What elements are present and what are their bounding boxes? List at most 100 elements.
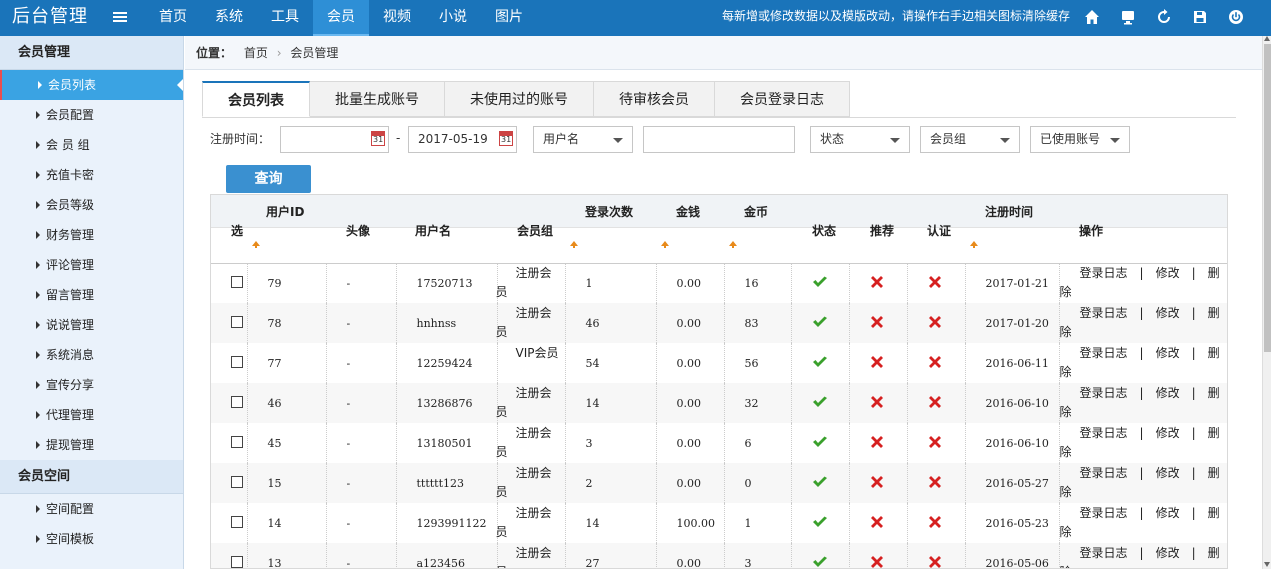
col-login-count[interactable]: 登录次数 (565, 195, 656, 264)
check-icon[interactable] (812, 556, 828, 568)
delete-link-wrap[interactable]: 除 (1060, 325, 1072, 339)
sidebar-item[interactable]: 宣传分享 (0, 370, 183, 400)
delete-link[interactable]: 删 (1208, 386, 1220, 400)
col-coins[interactable]: 金币 (724, 195, 791, 264)
edit-link[interactable]: 修改 (1156, 546, 1180, 560)
delete-link[interactable]: 删 (1208, 466, 1220, 480)
edit-link[interactable]: 修改 (1156, 426, 1180, 440)
delete-link[interactable]: 删 (1208, 506, 1220, 520)
keyword-input[interactable] (643, 126, 795, 153)
sidebar-item[interactable]: 空间配置 (0, 494, 183, 524)
cross-icon[interactable] (870, 475, 884, 489)
tab[interactable]: 未使用过的账号 (445, 81, 594, 117)
sidebar-item[interactable]: 系统消息 (0, 340, 183, 370)
row-checkbox[interactable] (231, 435, 243, 448)
sort-arrow-icon[interactable] (570, 241, 578, 248)
field-select[interactable]: 用户名 (533, 126, 633, 153)
edit-link[interactable]: 修改 (1156, 386, 1180, 400)
cross-icon[interactable] (870, 435, 884, 449)
refresh-icon[interactable] (1152, 6, 1176, 28)
delete-link[interactable]: 删 (1208, 266, 1220, 280)
vertical-scrollbar[interactable] (1262, 36, 1271, 569)
sidebar-item[interactable]: 说说管理 (0, 310, 183, 340)
delete-link-wrap[interactable]: 除 (1060, 525, 1072, 539)
edit-link[interactable]: 修改 (1156, 306, 1180, 320)
edit-link[interactable]: 修改 (1156, 266, 1180, 280)
login-log-link[interactable]: 登录日志 (1080, 426, 1128, 440)
check-icon[interactable] (812, 436, 828, 448)
delete-link-wrap[interactable]: 除 (1060, 405, 1072, 419)
breadcrumb-home[interactable]: 首页 (244, 46, 268, 60)
delete-link[interactable]: 删 (1208, 306, 1220, 320)
col-reg-time[interactable]: 注册时间 (965, 195, 1059, 264)
calendar-icon[interactable] (499, 131, 513, 146)
scroll-down-icon[interactable] (1264, 562, 1270, 567)
nav-item[interactable]: 系统 (201, 0, 257, 36)
delete-link-wrap[interactable]: 除 (1060, 285, 1072, 299)
check-icon[interactable] (812, 476, 828, 488)
edit-link[interactable]: 修改 (1156, 346, 1180, 360)
scroll-thumb[interactable] (1264, 44, 1271, 352)
nav-item[interactable]: 小说 (425, 0, 481, 36)
edit-link[interactable]: 修改 (1156, 466, 1180, 480)
sidebar-item[interactable]: 财务管理 (0, 220, 183, 250)
nav-item[interactable]: 会员 (313, 0, 369, 36)
row-checkbox[interactable] (231, 395, 243, 408)
row-checkbox[interactable] (231, 355, 243, 368)
cross-icon[interactable] (928, 395, 942, 409)
sidebar-item[interactable]: 评论管理 (0, 250, 183, 280)
cross-icon[interactable] (928, 275, 942, 289)
cross-icon[interactable] (870, 555, 884, 569)
check-icon[interactable] (812, 396, 828, 408)
check-icon[interactable] (812, 276, 828, 288)
nav-item[interactable]: 首页 (145, 0, 201, 36)
cross-icon[interactable] (870, 275, 884, 289)
sidebar-item[interactable]: 会员列表 (0, 70, 183, 100)
tab[interactable]: 会员列表 (202, 81, 310, 117)
cross-icon[interactable] (928, 555, 942, 569)
query-button[interactable]: 查询 (226, 165, 311, 193)
row-checkbox[interactable] (231, 515, 243, 528)
nav-item[interactable]: 图片 (481, 0, 537, 36)
col-user-id[interactable]: 用户ID (247, 195, 326, 264)
home-icon[interactable] (1080, 6, 1104, 28)
nav-item[interactable]: 视频 (369, 0, 425, 36)
menu-toggle-icon[interactable] (113, 12, 127, 22)
sidebar-item[interactable]: 会 员 组 (0, 130, 183, 160)
sidebar-group-title[interactable]: 会员空间 (0, 460, 183, 494)
status-select[interactable]: 状态 (810, 126, 910, 153)
check-icon[interactable] (812, 356, 828, 368)
login-log-link[interactable]: 登录日志 (1080, 546, 1128, 560)
delete-link-wrap[interactable]: 除 (1060, 445, 1072, 459)
cross-icon[interactable] (928, 315, 942, 329)
sort-arrow-icon[interactable] (729, 241, 737, 248)
tab[interactable]: 待审核会员 (594, 81, 715, 117)
group-select[interactable]: 会员组 (920, 126, 1020, 153)
used-account-select[interactable]: 已使用账号 (1030, 126, 1130, 153)
login-log-link[interactable]: 登录日志 (1080, 466, 1128, 480)
date-end-input[interactable]: 2017-05-19 (408, 126, 517, 153)
sidebar-item[interactable]: 会员配置 (0, 100, 183, 130)
row-checkbox[interactable] (231, 315, 243, 328)
delete-link-wrap[interactable]: 除 (1060, 365, 1072, 379)
sort-arrow-icon[interactable] (970, 241, 978, 248)
cross-icon[interactable] (870, 355, 884, 369)
delete-link[interactable]: 删 (1208, 546, 1220, 560)
row-checkbox[interactable] (231, 555, 243, 568)
sidebar-item[interactable]: 空间模板 (0, 524, 183, 554)
login-log-link[interactable]: 登录日志 (1080, 266, 1128, 280)
power-icon[interactable] (1224, 6, 1248, 28)
sidebar-item[interactable]: 提现管理 (0, 430, 183, 460)
date-start-input[interactable] (280, 126, 389, 153)
check-icon[interactable] (812, 516, 828, 528)
edit-link[interactable]: 修改 (1156, 506, 1180, 520)
cross-icon[interactable] (870, 395, 884, 409)
tab[interactable]: 批量生成账号 (310, 81, 445, 117)
login-log-link[interactable]: 登录日志 (1080, 506, 1128, 520)
sidebar-item[interactable]: 会员等级 (0, 190, 183, 220)
row-checkbox[interactable] (231, 275, 243, 288)
sidebar-item[interactable]: 留言管理 (0, 280, 183, 310)
cross-icon[interactable] (928, 475, 942, 489)
cross-icon[interactable] (870, 315, 884, 329)
sidebar-item[interactable]: 充值卡密 (0, 160, 183, 190)
